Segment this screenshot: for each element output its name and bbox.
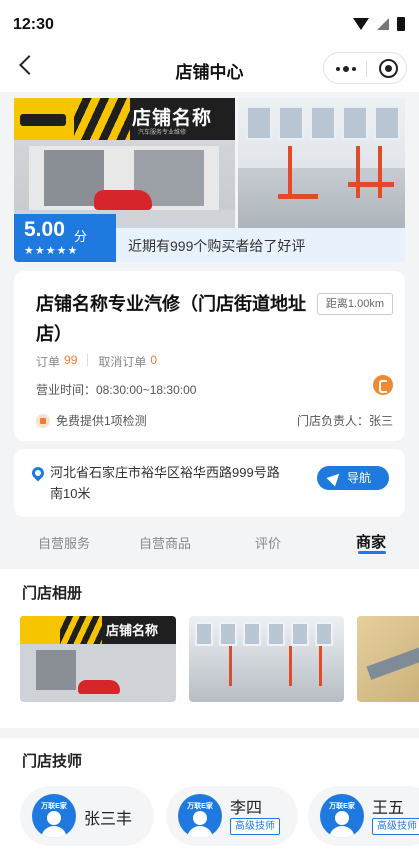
workshop-window bbox=[310, 106, 336, 140]
mini-program-capsule bbox=[323, 52, 407, 84]
distance-badge: 距离1.00km bbox=[316, 293, 393, 315]
avatar: 万联E家 bbox=[320, 794, 364, 838]
storefront-sign-text: 店铺名称 bbox=[132, 108, 213, 129]
store-manager: 门店负责人：张三 bbox=[296, 414, 393, 428]
lift-post bbox=[288, 146, 292, 198]
lift-arm bbox=[278, 194, 318, 199]
lift-post bbox=[378, 146, 382, 198]
lift-post bbox=[356, 146, 360, 198]
technician-name: 李四 bbox=[230, 800, 263, 817]
tab-self-products[interactable]: 自营商品 bbox=[139, 533, 191, 552]
status-icons bbox=[353, 17, 405, 31]
nav-bar: 店铺中心 bbox=[0, 44, 419, 92]
tab-self-service[interactable]: 自营服务 bbox=[38, 533, 90, 552]
workshop-window bbox=[342, 106, 368, 140]
storefront-logo bbox=[14, 98, 74, 140]
section-tabs: 自营服务 自营商品 评价 商家 bbox=[0, 523, 419, 559]
cancel-orders-count: 0 bbox=[150, 353, 158, 367]
technician-level-badge: 高级技师 bbox=[230, 818, 280, 835]
storefront-sign-subtitle: 汽车服务专业维修 bbox=[138, 130, 187, 136]
technician-name: 张三丰 bbox=[84, 811, 133, 828]
storefront-stripes bbox=[74, 98, 130, 140]
orders-label: 订单 bbox=[36, 355, 61, 369]
phone-icon[interactable] bbox=[373, 375, 393, 395]
technicians-title: 门店技师 bbox=[22, 753, 83, 770]
signal-icon bbox=[377, 18, 389, 30]
workshop-window bbox=[278, 106, 304, 140]
lift-arm bbox=[348, 182, 394, 187]
store-address: 河北省石家庄市裕华区裕华西路999号路南10米 bbox=[50, 465, 280, 501]
navigate-arrow-icon bbox=[326, 469, 344, 487]
review-summary-strip: 近期有999个购买者给了好评 bbox=[116, 228, 405, 262]
store-banner: 店铺名称 汽车服务专业维修 5.00 分 ★★★★★ 近期有999个购买者给了好… bbox=[14, 98, 405, 263]
navigate-button[interactable]: 导航 bbox=[317, 466, 389, 490]
business-hours: 营业时间：08:30:00~18:30:00 bbox=[36, 383, 197, 397]
banner-image-storefront[interactable]: 店铺名称 汽车服务专业维修 bbox=[14, 98, 235, 228]
rating-stars-icon: ★★★★★ bbox=[24, 245, 79, 257]
more-dots-icon[interactable] bbox=[336, 66, 356, 72]
album-title: 门店相册 bbox=[22, 585, 83, 602]
close-target-icon[interactable] bbox=[379, 59, 398, 78]
active-tab-indicator bbox=[358, 551, 386, 554]
avatar: 万联E家 bbox=[178, 794, 222, 838]
technician-card[interactable]: 万联E家 李四 高级技师 bbox=[166, 786, 298, 846]
address-card: 河北省石家庄市裕华区裕华西路999号路南10米 导航 bbox=[14, 449, 405, 517]
capsule-divider bbox=[366, 61, 367, 77]
workshop-window bbox=[374, 106, 400, 140]
review-summary: 近期有999个购买者给了好评 bbox=[128, 238, 306, 254]
technician-card[interactable]: 万联E家 张三丰 bbox=[20, 786, 154, 846]
banner-image-workshop[interactable] bbox=[238, 98, 405, 228]
battery-icon bbox=[397, 17, 405, 31]
cancel-orders-label: 取消订单 bbox=[98, 355, 147, 369]
status-time: 12:30 bbox=[13, 16, 54, 33]
avatar: 万联E家 bbox=[32, 794, 76, 838]
workshop-window bbox=[246, 106, 272, 140]
red-car bbox=[94, 190, 152, 210]
tab-reviews[interactable]: 评价 bbox=[255, 533, 281, 552]
order-stats: 订单 99 取消订单 0 bbox=[36, 353, 157, 370]
gift-icon bbox=[36, 413, 50, 428]
wifi-icon bbox=[353, 18, 369, 30]
navigate-label: 导航 bbox=[347, 471, 372, 485]
orders-count: 99 bbox=[64, 353, 78, 367]
technician-name: 王五 bbox=[372, 800, 405, 817]
technicians-section: 门店技师 万联E家 张三丰 万联E家 李四 高级技师 万联E家 王五 高级技师 bbox=[0, 738, 419, 860]
free-offer-text: 免费提供1项检测 bbox=[56, 414, 147, 428]
rating-badge: 5.00 分 ★★★★★ bbox=[14, 214, 116, 262]
free-offer: 免费提供1项检测 bbox=[36, 412, 147, 429]
store-info-card: 店铺名称专业汽修（门店街道地址店） 距离1.00km 订单 99 取消订单 0 … bbox=[14, 271, 405, 441]
location-pin-icon bbox=[29, 464, 47, 482]
rating-unit: 分 bbox=[74, 229, 88, 244]
album-photo[interactable]: 店铺名称 bbox=[20, 616, 176, 702]
store-name: 店铺名称专业汽修（门店街道地址店） bbox=[36, 294, 306, 344]
store-album-section: 门店相册 店铺名称 bbox=[0, 569, 419, 728]
technician-level-badge: 高级技师 bbox=[372, 818, 419, 835]
status-bar: 12:30 bbox=[0, 0, 419, 44]
technician-card[interactable]: 万联E家 王五 高级技师 bbox=[308, 786, 419, 846]
album-photo[interactable] bbox=[189, 616, 344, 702]
tab-merchant[interactable]: 商家 bbox=[356, 531, 386, 552]
album-photo-sign-text: 店铺名称 bbox=[106, 623, 159, 638]
stats-divider bbox=[87, 354, 89, 366]
album-photo[interactable] bbox=[357, 616, 419, 702]
rating-value: 5.00 bbox=[24, 218, 65, 241]
